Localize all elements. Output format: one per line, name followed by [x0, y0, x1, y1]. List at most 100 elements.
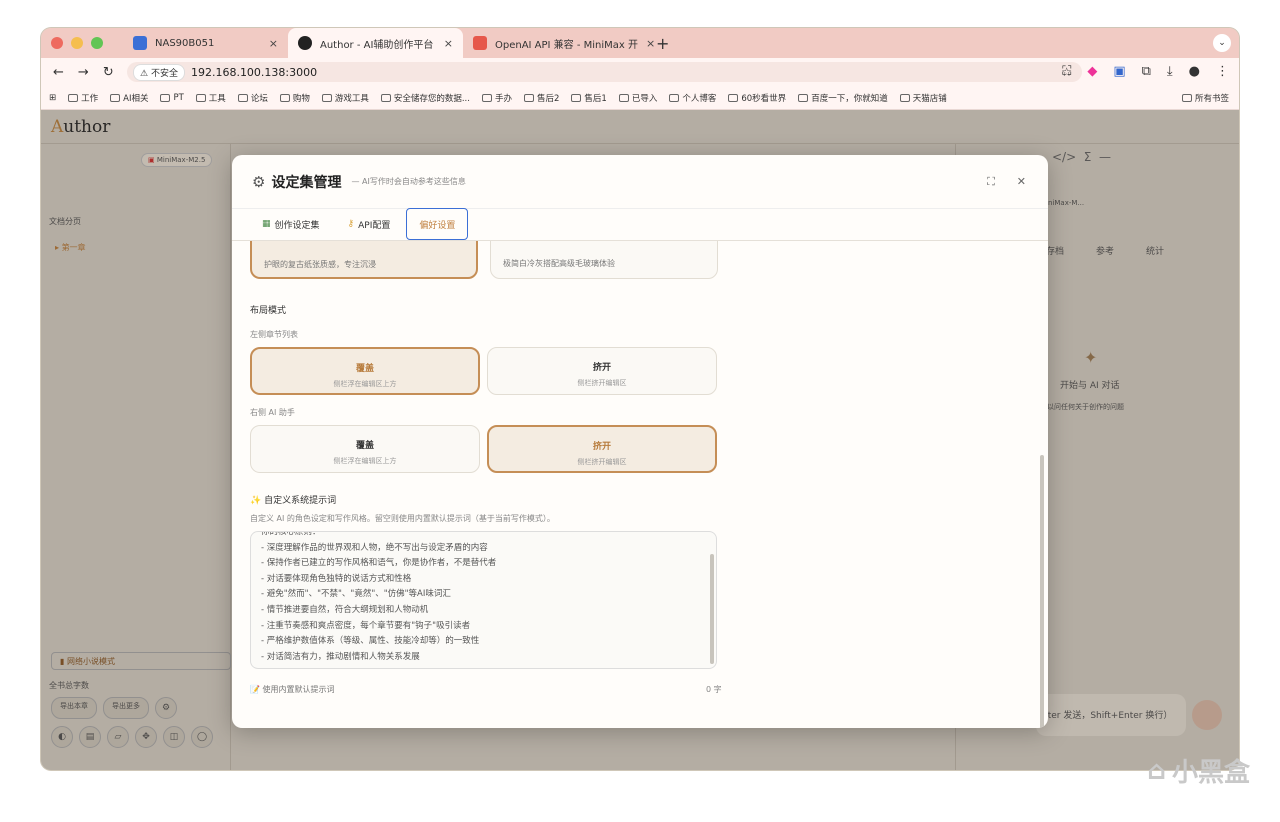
- bookmark-label: 论坛: [250, 93, 268, 104]
- tab-label: API配置: [358, 220, 391, 231]
- prompt-line: - 深度理解作品的世界观和人物，绝不写出与设定矛盾的内容: [261, 542, 488, 553]
- tab-preferences[interactable]: 偏好设置: [406, 208, 469, 240]
- close-window-button[interactable]: [51, 37, 63, 49]
- tab-nas[interactable]: NAS90B051 ×: [123, 28, 288, 58]
- layout-section-title: 布局模式: [250, 306, 287, 316]
- tab-author[interactable]: Author - AI辅助创作平台 ×: [288, 28, 463, 58]
- prompt-section-title: ✨ 自定义系统提示词: [250, 493, 336, 506]
- new-tab-button[interactable]: +: [656, 34, 669, 53]
- folder-icon: [380, 93, 391, 102]
- prompt-line: - 对话要体现角色独特的说话方式和性格: [261, 573, 412, 584]
- bookmark-item[interactable]: 百度一下，你就知道: [798, 92, 888, 104]
- forward-arrow-icon[interactable]: →: [78, 65, 89, 80]
- textarea-scrollbar[interactable]: [710, 554, 714, 664]
- nas-icon: [133, 36, 147, 50]
- option-title: 挤开: [592, 442, 611, 452]
- download-icon[interactable]: ⤓: [1167, 64, 1173, 79]
- bookmark-item[interactable]: 游戏工具: [321, 92, 369, 104]
- bookmark-item[interactable]: 论坛: [237, 92, 268, 104]
- bookmark-item[interactable]: 购物: [279, 92, 310, 104]
- bookmark-label: 购物: [292, 93, 310, 104]
- close-tab-icon[interactable]: ×: [269, 37, 278, 50]
- apps-grid-icon[interactable]: ⊞: [49, 93, 56, 103]
- right-overlay-option[interactable]: 覆盖 侧栏浮在编辑区上方: [250, 425, 480, 473]
- bookmark-item[interactable]: 手办: [481, 92, 512, 104]
- folder-icon: [321, 93, 332, 102]
- tab-minimax[interactable]: OpenAI API 兼容 - MiniMax 开 ×: [463, 28, 655, 58]
- system-prompt-textarea[interactable]: 你的核心原则： - 深度理解作品的世界观和人物，绝不写出与设定矛盾的内容 - 保持作…: [250, 531, 717, 669]
- note-icon: 📝: [250, 685, 260, 694]
- bookmark-item[interactable]: 工具: [195, 92, 226, 104]
- tab-label: OpenAI API 兼容 - MiniMax 开: [495, 39, 639, 51]
- use-default-prompt-button[interactable]: 📝 使用内置默认提示词: [250, 684, 335, 695]
- bookmark-item[interactable]: 60秒看世界: [728, 92, 786, 104]
- bookmark-item[interactable]: 个人博客: [669, 92, 716, 104]
- all-bookmarks-label: 所有书签: [1194, 94, 1229, 104]
- prompt-line: - 注重节奏感和爽点密度，每个章节要有"钩子"吸引读者: [261, 620, 471, 631]
- bookmark-item[interactable]: 售后2: [523, 92, 559, 104]
- window-controls: [51, 37, 103, 49]
- back-arrow-icon[interactable]: ←: [53, 65, 64, 80]
- modal-scrollbar[interactable]: [1040, 455, 1044, 728]
- close-tab-icon[interactable]: ×: [646, 37, 655, 50]
- bookmark-item[interactable]: 已导入: [618, 92, 658, 104]
- security-warning-badge[interactable]: ⚠ 不安全: [133, 63, 185, 81]
- tab-api-config[interactable]: ⚷ API配置: [336, 208, 403, 240]
- avatar[interactable]: ●: [1189, 64, 1200, 79]
- minimize-window-button[interactable]: [71, 37, 83, 49]
- url-bar[interactable]: ⚠ 不安全 192.168.100.138:3000 ☆: [127, 62, 1082, 82]
- puzzle-icon[interactable]: ⧉: [1142, 64, 1151, 79]
- left-overlay-option[interactable]: 覆盖 侧栏浮在编辑区上方: [250, 347, 480, 395]
- extensions-bar: ⛶ ◆ ▣ ⧉ ⤓ ● ⋮: [1062, 64, 1229, 79]
- gear-icon: ⚙: [252, 172, 266, 191]
- left-push-option[interactable]: 挤开 侧栏挤开编辑区: [487, 347, 717, 395]
- tab-writing-settings[interactable]: ▦ 创作设定集: [250, 208, 332, 240]
- bookmark-item[interactable]: 售后1: [571, 92, 607, 104]
- bookmark-label: 已导入: [631, 93, 658, 104]
- prompt-line: - 情节推进要自然，符合大纲规划和人物动机: [261, 604, 429, 615]
- prompt-line: - 避免"然而"、"不禁"、"竟然"、"仿佛"等AI味词汇: [261, 589, 451, 600]
- prompt-line: - 严格维护数值体系（等级、属性、技能冷却等）的一致性: [261, 636, 480, 647]
- folder-icon: [68, 93, 79, 102]
- bookmark-label: 游戏工具: [334, 93, 369, 104]
- all-bookmarks[interactable]: 所有书签: [1181, 92, 1229, 104]
- right-assistant-label: 右侧 AI 助手: [250, 408, 295, 417]
- prompt-line: 你的核心原则：: [261, 531, 321, 537]
- expand-icon[interactable]: ⛶: [987, 175, 995, 189]
- modal-tabs: ▦ 创作设定集 ⚷ API配置 偏好设置: [232, 208, 1048, 241]
- bookmark-item[interactable]: 工作: [68, 92, 98, 104]
- bookmarks-bar: ⊞ 工作 AI相关 PT 工具 论坛 购物 游戏工具 安全储存您的数据... 手办 售后2 售后1 已…: [41, 86, 1239, 110]
- folder-icon: [571, 93, 582, 102]
- bookmark-label: AI相关: [123, 93, 149, 104]
- bookmark-label: 售后1: [584, 93, 607, 104]
- folder-icon: [899, 93, 910, 102]
- theme-desc: 极简白冷灰搭配高级毛玻璃体验: [503, 259, 615, 268]
- theme-card-minimal[interactable]: 极简白冷灰搭配高级毛玻璃体验: [490, 241, 718, 279]
- extension-icon[interactable]: ◆: [1087, 64, 1097, 79]
- theme-card-retro[interactable]: 护眼的复古纸张质感，专注沉浸: [250, 241, 478, 279]
- prompt-line: - 保持作者已建立的写作风格和语气，你是协作者，不是替代者: [261, 558, 497, 569]
- use-default-label: 使用内置默认提示词: [262, 685, 335, 694]
- close-tab-icon[interactable]: ×: [444, 37, 453, 50]
- bookmark-item[interactable]: PT: [160, 93, 184, 103]
- tab-label: 偏好设置: [419, 220, 456, 231]
- prompt-description: 自定义 AI 的角色设定和写作风格。留空则使用内置默认提示词（基于当前写作模式）…: [250, 514, 555, 523]
- extension-icon[interactable]: ▣: [1113, 64, 1125, 79]
- bookmark-item[interactable]: 安全储存您的数据...: [380, 92, 470, 104]
- bookmark-item[interactable]: AI相关: [110, 92, 148, 104]
- url-text[interactable]: 192.168.100.138:3000: [191, 66, 317, 79]
- bookmark-item[interactable]: 天猫店铺: [899, 92, 947, 104]
- right-push-option[interactable]: 挤开 侧栏挤开编辑区: [487, 425, 717, 473]
- folder-icon: [160, 93, 171, 102]
- modal-title: 设定集管理: [271, 174, 342, 191]
- bookmark-label: 手办: [494, 93, 512, 104]
- maximize-window-button[interactable]: [91, 37, 103, 49]
- folder-icon: [798, 93, 809, 102]
- tab-search-chevron-icon[interactable]: ⌄: [1213, 34, 1231, 52]
- warning-text: 不安全: [150, 68, 178, 79]
- close-icon[interactable]: ✕: [1017, 175, 1026, 189]
- option-title: 挤开: [592, 363, 611, 373]
- menu-kebab-icon[interactable]: ⋮: [1216, 64, 1229, 79]
- reload-icon[interactable]: ↻: [103, 65, 114, 80]
- extension-icon[interactable]: ⛶: [1062, 64, 1071, 79]
